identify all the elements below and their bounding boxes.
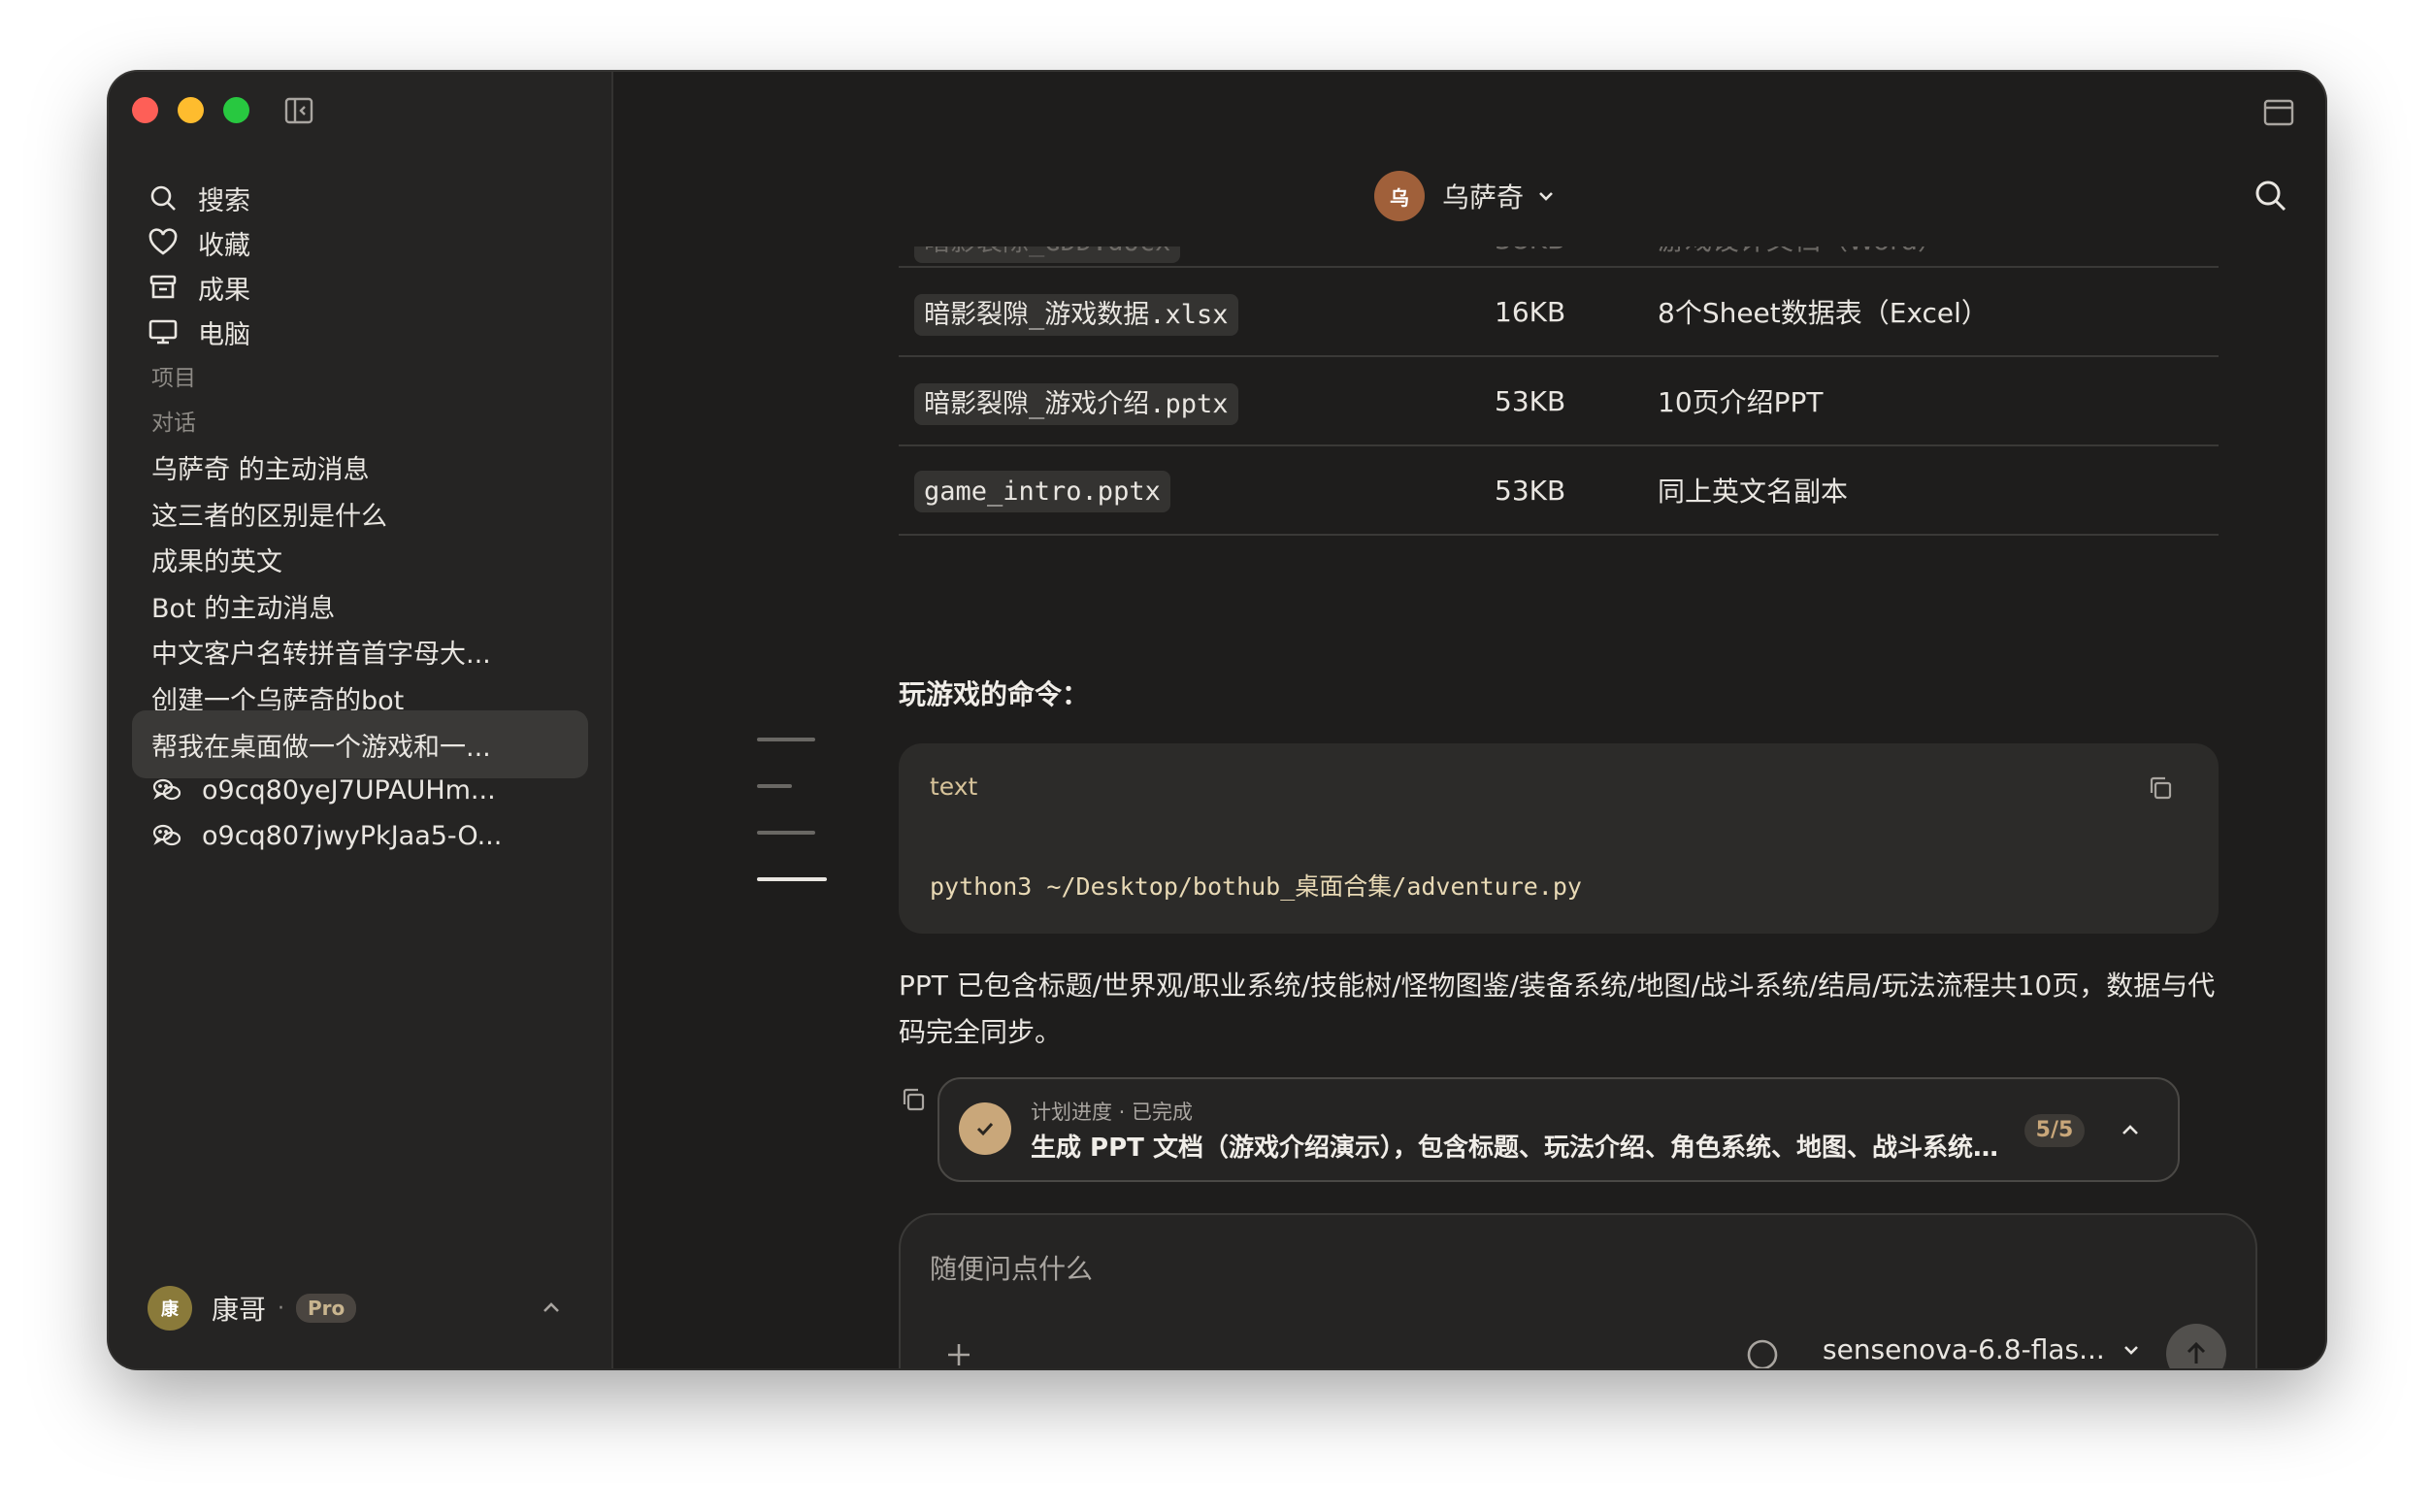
app-window: 搜索 收藏 成果 电脑 项目 对话 乌萨奇 的主动消息 这三者的区别是什么 成果…: [109, 72, 2325, 1368]
search-icon: [150, 185, 176, 211]
sidebar-item-label: 成果: [198, 275, 250, 306]
file-name: game_intro.pptx: [914, 470, 1170, 512]
copy-icon[interactable]: [2147, 774, 2174, 802]
projects-section-label: 项目: [151, 366, 196, 391]
outline-marker[interactable]: [757, 738, 815, 741]
separator-dot: ·: [278, 1296, 285, 1321]
agent-name: 乌萨奇: [1442, 181, 1525, 214]
file-name: 暗影裂隙_游戏介绍.pptx: [914, 382, 1238, 425]
send-button[interactable]: [2166, 1324, 2226, 1368]
chevron-down-icon: [2123, 1345, 2138, 1355]
play-command-heading: 玩游戏的命令：: [899, 678, 1090, 710]
file-desc: 游戏设计文档（Word）: [1658, 247, 2219, 268]
message-input[interactable]: 随便问点什么: [930, 1248, 1093, 1287]
table-row: 暗影裂隙_游戏数据.xlsx 16KB 8个Sheet数据表（Excel）: [899, 267, 2219, 357]
code-block: text python3 ~/Desktop/bothub_桌面合集/adven…: [899, 743, 2219, 934]
table-row: 暗影裂隙_游戏介绍.pptx 53KB 10页介绍PPT: [899, 356, 2219, 446]
conversation-title: o9cq80yeJ7UPAUHm...: [202, 774, 496, 805]
check-icon: [959, 1102, 1011, 1155]
sidebar-item-label: 电脑: [198, 319, 250, 350]
arrow-up-icon: [2187, 1341, 2206, 1364]
outline-marker[interactable]: [757, 831, 815, 835]
agent-avatar: 乌: [1374, 171, 1425, 221]
chat-content: 暗影裂隙_GDD.docx 38KB 游戏设计文档（Word） 暗影裂隙_游戏数…: [613, 247, 2325, 1368]
add-attachment-icon[interactable]: [941, 1337, 976, 1368]
search-icon[interactable]: [2252, 177, 2290, 215]
file-table: 暗影裂隙_GDD.docx 38KB 游戏设计文档（Word） 暗影裂隙_游戏数…: [899, 247, 2219, 536]
window-layout-icon[interactable]: [2261, 95, 2296, 130]
file-size: 38KB: [1495, 247, 1658, 268]
file-name: 暗影裂隙_游戏数据.xlsx: [914, 293, 1238, 336]
file-size: 53KB: [1495, 356, 1658, 446]
summary-text: PPT 已包含标题/世界观/职业系统/技能树/怪物图鉴/装备系统/地图/战斗系统…: [899, 970, 2216, 1048]
copy-message-icon[interactable]: [899, 1085, 928, 1114]
sidebar-toggle-icon[interactable]: [283, 95, 314, 126]
table-row: game_intro.pptx 53KB 同上英文名副本: [899, 445, 2219, 536]
code-language-label: text: [930, 772, 978, 801]
conversation-title: o9cq807jwyPkJaa5-O...: [202, 820, 503, 851]
sidebar: 搜索 收藏 成果 电脑 项目 对话 乌萨奇 的主动消息 这三者的区别是什么 成果…: [109, 72, 613, 1368]
outline-marker[interactable]: [757, 784, 792, 788]
message-composer[interactable]: 随便问点什么 sensenova-6.8-flas...: [899, 1213, 2257, 1368]
chevron-up-icon[interactable]: [2116, 1116, 2145, 1145]
plan-status: 计划进度 · 已完成: [1031, 1101, 1194, 1124]
file-desc: 10页介绍PPT: [1658, 356, 2219, 446]
model-selector[interactable]: sensenova-6.8-flas...: [1823, 1333, 2144, 1365]
close-window-button[interactable]: [132, 97, 158, 123]
plan-step-count: 5/5: [2024, 1114, 2085, 1147]
code-line: python3 ~/Desktop/bothub_桌面合集/adventure.…: [930, 872, 1582, 901]
monitor-icon: [148, 319, 178, 345]
conversations-section-label: 对话: [151, 411, 196, 436]
model-name: sensenova-6.8-flas...: [1823, 1333, 2105, 1365]
file-size: 16KB: [1495, 267, 1658, 357]
plan-progress-card[interactable]: 计划进度 · 已完成 生成 PPT 文档（游戏介绍演示），包含标题、玩法介绍、角…: [937, 1077, 2180, 1182]
sidebar-item-label: 搜索: [198, 185, 250, 216]
user-avatar: 康: [148, 1286, 192, 1331]
sidebar-item-label: 收藏: [198, 230, 250, 261]
plan-task: 生成 PPT 文档（游戏介绍演示），包含标题、玩法介绍、角色系统、地图、战斗系统…: [1031, 1134, 2001, 1163]
file-desc: 同上英文名副本: [1658, 445, 2219, 536]
user-name: 康哥: [212, 1294, 267, 1326]
main-area: 乌 乌萨奇 暗影裂隙_GDD.docx 38KB 游戏设计文档（Word） 暗影…: [613, 72, 2325, 1368]
heart-icon: [148, 228, 178, 255]
chevron-up-icon[interactable]: [538, 1295, 565, 1322]
conversation-item[interactable]: o9cq807jwyPkJaa5-O...: [132, 802, 588, 870]
zoom-window-button[interactable]: [223, 97, 249, 123]
minimize-window-button[interactable]: [178, 97, 204, 123]
sidebar-item-computer[interactable]: 电脑: [148, 305, 250, 359]
message-outline-nav[interactable]: [757, 738, 827, 924]
user-profile[interactable]: 康 康哥 · Pro: [148, 1281, 575, 1335]
circle-toggle-icon[interactable]: [1745, 1337, 1780, 1368]
agent-selector[interactable]: 乌 乌萨奇: [1374, 171, 1559, 221]
outline-marker-active[interactable]: [757, 877, 827, 881]
pro-badge: Pro: [296, 1294, 357, 1323]
archive-icon: [149, 275, 177, 299]
file-desc: 8个Sheet数据表（Excel）: [1658, 267, 2219, 357]
wechat-icon: [152, 824, 181, 846]
file-name: 暗影裂隙_GDD.docx: [914, 247, 1181, 263]
chevron-down-icon: [1539, 192, 1553, 201]
file-size: 53KB: [1495, 445, 1658, 536]
table-row: 暗影裂隙_GDD.docx 38KB 游戏设计文档（Word）: [899, 247, 2219, 268]
